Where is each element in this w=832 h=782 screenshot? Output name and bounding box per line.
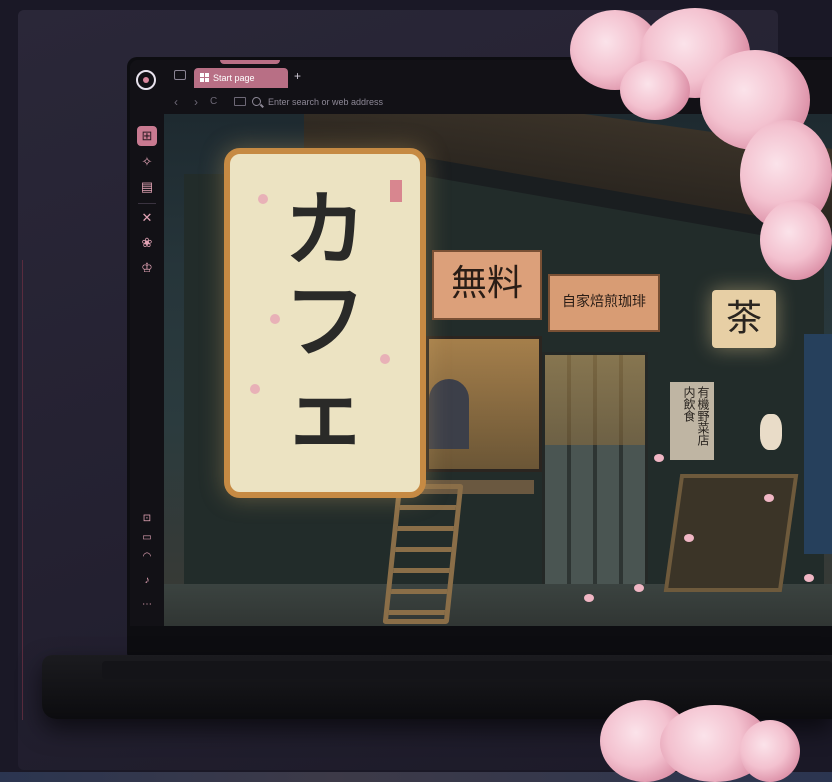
cherry-blossom bbox=[740, 720, 800, 782]
start-page-grid-icon bbox=[200, 73, 209, 82]
tab-start-page[interactable]: Start page bbox=[194, 68, 288, 88]
back-button[interactable]: ‹ bbox=[174, 95, 178, 109]
new-tab-button[interactable]: + bbox=[294, 69, 301, 83]
reader-view-icon[interactable] bbox=[234, 97, 246, 106]
search-icon bbox=[252, 97, 261, 106]
sliding-door bbox=[542, 352, 648, 608]
crown-icon[interactable]: ♔ bbox=[137, 258, 157, 278]
wifi-icon[interactable]: ◠ bbox=[137, 549, 157, 565]
flower-icon[interactable]: ❀ bbox=[137, 233, 157, 253]
tab-label: Start page bbox=[213, 73, 255, 83]
cherry-blossom bbox=[620, 60, 690, 120]
forward-button[interactable]: › bbox=[194, 95, 198, 109]
blue-door bbox=[804, 334, 832, 554]
reload-button[interactable]: C bbox=[210, 96, 217, 107]
free-sign: 無料 bbox=[432, 250, 542, 320]
close-icon[interactable]: ✕ bbox=[137, 208, 157, 228]
window-icon[interactable]: ▭ bbox=[137, 530, 157, 546]
tab-indicator bbox=[220, 60, 280, 64]
decorative-line bbox=[0, 260, 23, 720]
laptop-keyboard bbox=[102, 661, 832, 679]
cafe-sign-text: カフェ bbox=[283, 182, 366, 462]
cafe-sign: カフェ bbox=[224, 148, 426, 498]
coffee-sign: 自家焙煎珈琲 bbox=[548, 274, 660, 332]
browser-sidebar: ⊞ ✧ ▤ ✕ ❀ ♔ ⊡ ▭ ◠ ♪ ⋯ bbox=[130, 60, 164, 626]
more-icon[interactable]: ⋯ bbox=[137, 597, 157, 613]
paper-lantern bbox=[760, 414, 782, 450]
panels-icon[interactable]: ⊞ bbox=[137, 126, 157, 146]
wallpaper-image: カフェ 無料 自家焙煎珈琲 茶 有機野菜店内飲食 bbox=[164, 114, 832, 626]
tea-sign: 茶 bbox=[712, 290, 776, 348]
search-placeholder: Enter search or web address bbox=[268, 97, 384, 107]
browser-window: ⊞ ✧ ▤ ✕ ❀ ♔ ⊡ ▭ ◠ ♪ ⋯ Start page + ‹ › C… bbox=[130, 60, 832, 626]
menu-board: 有機野菜店内飲食 bbox=[670, 382, 714, 460]
person-figure bbox=[429, 379, 469, 449]
search-input[interactable]: Enter search or web address bbox=[252, 94, 572, 110]
shop-window bbox=[426, 336, 542, 472]
music-icon[interactable]: ♪ bbox=[137, 573, 157, 589]
tab-list-icon[interactable] bbox=[174, 70, 186, 80]
cherry-blossom bbox=[760, 200, 832, 280]
settings-icon[interactable]: ⊡ bbox=[137, 511, 157, 527]
browser-logo-icon[interactable] bbox=[136, 70, 156, 90]
sandwich-board bbox=[663, 474, 799, 592]
reading-list-icon[interactable]: ▤ bbox=[137, 177, 157, 197]
cloud-sync-icon[interactable]: ✧ bbox=[137, 152, 157, 172]
sidebar-divider bbox=[138, 203, 156, 204]
